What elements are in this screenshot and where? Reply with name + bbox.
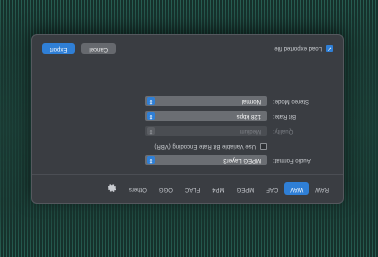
audio-format-label: Audio Format: [273,157,311,163]
gear-icon[interactable] [107,182,117,195]
tab-raw[interactable]: RAW [309,182,335,195]
dialog-footer: ✓ Load exported file Cancel Export [42,43,333,54]
tab-mp4[interactable]: MP4 [206,182,230,195]
bit-rate-row: Bit Rate: 128 kbps ⇕ [145,111,333,121]
tab-caf[interactable]: CAF [260,182,284,195]
chevron-up-down-icon: ⇕ [147,97,155,105]
quality-row: Quality: Medium ⇕ [145,126,333,136]
chevron-up-down-icon: ⇕ [147,112,155,120]
checkmark-icon[interactable]: ✓ [326,45,333,52]
audio-format-row: Audio Format: MPEG Layer3 ⇕ [145,155,333,165]
quality-value: Medium [239,128,261,134]
vbr-label: Use Variable Bit Rate Encoding (VBR) [154,143,256,150]
audio-format-select[interactable]: MPEG Layer3 ⇕ [145,155,267,165]
bit-rate-select[interactable]: 128 kbps ⇕ [145,111,267,121]
chevron-up-down-icon: ⇕ [147,127,155,135]
export-dialog: RAW WAV CAF MPEG MP4 FLAC OGG Others Aud… [31,34,344,204]
tab-mpeg[interactable]: MPEG [231,182,261,195]
tab-others[interactable]: Others [123,182,153,195]
stereo-mode-row: Stereo Mode: Normal ⇕ [145,96,333,106]
load-exported-label: Load exported file [274,45,322,52]
vbr-row: Use Variable Bit Rate Encoding (VBR) [154,143,267,150]
bit-rate-value: 128 kbps [236,113,261,119]
audio-format-value: MPEG Layer3 [223,157,261,163]
format-tabs: RAW WAV CAF MPEG MP4 FLAC OGG Others [107,182,335,195]
tabs-divider [32,174,343,175]
chevron-up-down-icon: ⇕ [147,156,155,164]
stereo-mode-value: Normal [241,98,261,104]
tab-wav[interactable]: WAV [284,182,310,195]
vbr-checkbox-box[interactable] [260,143,267,150]
footer-buttons: Cancel Export [42,43,117,54]
quality-label: Quality: [273,128,294,134]
vbr-checkbox[interactable]: Use Variable Bit Rate Encoding (VBR) [154,143,267,150]
tab-ogg[interactable]: OGG [153,182,179,195]
export-button[interactable]: Export [42,43,76,54]
cancel-button[interactable]: Cancel [81,43,117,54]
quality-select[interactable]: Medium ⇕ [145,126,267,136]
load-exported-checkbox[interactable]: ✓ Load exported file [274,45,333,52]
stereo-mode-label: Stereo Mode: [273,98,310,104]
stereo-mode-select[interactable]: Normal ⇕ [145,96,267,106]
tab-flac[interactable]: FLAC [179,182,206,195]
rotated-stage: RAW WAV CAF MPEG MP4 FLAC OGG Others Aud… [0,0,378,257]
bit-rate-label: Bit Rate: [273,113,297,119]
